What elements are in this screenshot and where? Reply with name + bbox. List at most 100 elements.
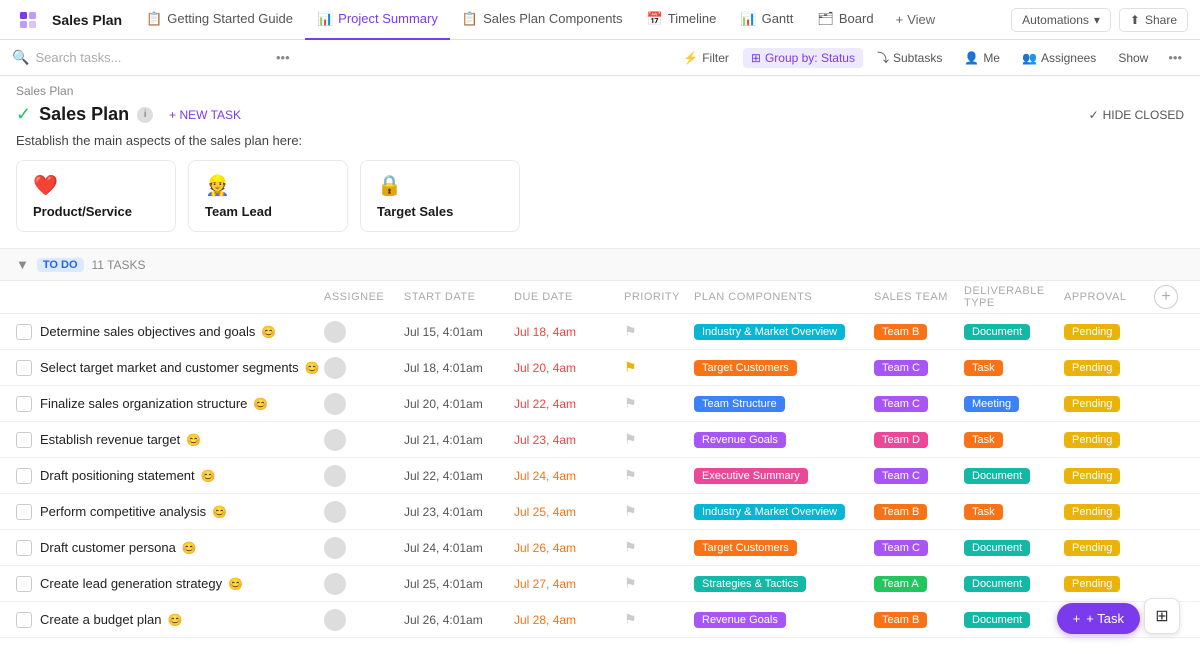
new-task-btn[interactable]: + NEW TASK <box>169 108 241 122</box>
avatar <box>324 573 346 595</box>
task-row[interactable]: Draft customer persona 😊 Jul 24, 4:01am … <box>0 530 1200 566</box>
check-circle-icon: ✓ <box>16 104 31 125</box>
task-name: Create lead generation strategy 😊 <box>40 576 324 591</box>
plan-components-cell: Target Customers <box>694 539 874 556</box>
task-checkbox[interactable] <box>16 468 32 484</box>
task-checkbox[interactable] <box>16 504 32 520</box>
task-checkbox[interactable] <box>16 432 32 448</box>
assignees-btn[interactable]: 👥 Assignees <box>1014 48 1104 68</box>
task-checkbox[interactable] <box>16 396 32 412</box>
deliverable-cell: Task <box>964 359 1064 376</box>
task-name: Perform competitive analysis 😊 <box>40 504 324 519</box>
hide-closed-btn[interactable]: ✓ HIDE CLOSED <box>1089 108 1184 122</box>
tab-timeline[interactable]: 📅 Timeline <box>635 0 729 40</box>
cards-area: ❤️ Product/Service 👷 Team Lead 🔒 Target … <box>0 160 1200 248</box>
due-date-cell: Jul 24, 4am <box>514 469 624 483</box>
tab-gantt-icon: 📊 <box>740 11 756 27</box>
task-row[interactable]: Create a budget plan 😊 Jul 26, 4:01am Ju… <box>0 602 1200 638</box>
deliverable-badge: Document <box>964 468 1030 484</box>
add-col-btn[interactable]: + <box>1154 285 1178 309</box>
plan-components-cell: Executive Summary <box>694 467 874 484</box>
priority-cell: ⚑ <box>624 395 694 412</box>
card-label-target-sales: Target Sales <box>377 204 503 219</box>
priority-flag-icon: ⚑ <box>624 359 637 375</box>
card-emoji-target-sales: 🔒 <box>377 173 503 198</box>
top-nav: Sales Plan 📋 Getting Started Guide 📊 Pro… <box>0 0 1200 40</box>
todo-badge: TO DO <box>37 258 84 272</box>
task-row[interactable]: Finalize sales organization structure 😊 … <box>0 386 1200 422</box>
show-btn[interactable]: Show <box>1110 48 1156 68</box>
filter-btn[interactable]: ⚡ Filter <box>675 48 737 68</box>
task-row[interactable]: Determine sales objectives and goals 😊 J… <box>0 314 1200 350</box>
tab-project-summary[interactable]: 📊 Project Summary <box>305 0 450 40</box>
task-row[interactable]: Select target market and customer segmen… <box>0 350 1200 386</box>
task-checkbox[interactable] <box>16 324 32 340</box>
sales-team-cell: Team B <box>874 611 964 628</box>
col-header-approval: APPROVAL <box>1064 291 1154 303</box>
approval-cell: Pending <box>1064 323 1154 340</box>
card-product-service[interactable]: ❤️ Product/Service <box>16 160 176 232</box>
approval-badge: Pending <box>1064 540 1120 556</box>
float-dots-btn[interactable]: ⊞ <box>1144 598 1180 634</box>
deliverable-badge: Task <box>964 432 1003 448</box>
task-name: Finalize sales organization structure 😊 <box>40 396 324 411</box>
task-row[interactable]: Establish revenue target 😊 Jul 21, 4:01a… <box>0 422 1200 458</box>
deliverable-cell: Document <box>964 575 1064 592</box>
deliverable-badge: Task <box>964 504 1003 520</box>
task-name: Draft positioning statement 😊 <box>40 468 324 483</box>
task-row[interactable]: Perform competitive analysis 😊 Jul 23, 4… <box>0 494 1200 530</box>
card-team-lead[interactable]: 👷 Team Lead <box>188 160 348 232</box>
sales-plan-header: ✓ Sales Plan i + NEW TASK ✓ HIDE CLOSED <box>0 98 1200 129</box>
card-label-team-lead: Team Lead <box>205 204 331 219</box>
avatar <box>324 609 346 631</box>
automations-btn[interactable]: Automations ▾ <box>1011 8 1111 32</box>
start-date-cell: Jul 22, 4:01am <box>404 469 514 483</box>
plan-components-cell: Strategies & Tactics <box>694 575 874 592</box>
task-checkbox[interactable] <box>16 576 32 592</box>
toolbar-more-btn[interactable]: ••• <box>1162 47 1188 68</box>
col-header-plan: PLAN COMPONENTS <box>694 291 874 303</box>
subtasks-btn[interactable]: ⤵ Subtasks <box>869 46 950 69</box>
toolbar: 🔍 ••• ⚡ Filter ⊞ Group by: Status ⤵ Subt… <box>0 40 1200 76</box>
task-checkbox[interactable] <box>16 540 32 556</box>
more-options-btn[interactable]: ••• <box>270 47 296 68</box>
card-emoji-team-lead: 👷 <box>205 173 331 198</box>
approval-cell: Pending <box>1064 431 1154 448</box>
card-target-sales[interactable]: 🔒 Target Sales <box>360 160 520 232</box>
task-row[interactable]: Create lead generation strategy 😊 Jul 25… <box>0 566 1200 602</box>
tab-sales-plan-components[interactable]: 📋 Sales Plan Components <box>450 0 635 40</box>
task-name-text: Create a budget plan <box>40 612 161 627</box>
task-row[interactable]: Draft positioning statement 😊 Jul 22, 4:… <box>0 458 1200 494</box>
search-input[interactable] <box>35 50 262 65</box>
task-checkbox[interactable] <box>16 612 32 628</box>
priority-flag-icon: ⚑ <box>624 539 637 555</box>
me-btn[interactable]: 👤 Me <box>956 48 1008 68</box>
tab-board[interactable]: 🗂 Board <box>805 0 885 40</box>
due-date-cell: Jul 22, 4am <box>514 397 624 411</box>
due-date-cell: Jul 28, 4am <box>514 613 624 627</box>
avatar <box>324 537 346 559</box>
plan-badge: Revenue Goals <box>694 612 786 628</box>
main-content: Sales Plan ✓ Sales Plan i + NEW TASK ✓ H… <box>0 76 1200 654</box>
search-icon: 🔍 <box>12 49 29 66</box>
card-emoji-product: ❤️ <box>33 173 159 198</box>
priority-cell: ⚑ <box>624 467 694 484</box>
tab-getting-started[interactable]: 📋 Getting Started Guide <box>134 0 305 40</box>
share-btn[interactable]: ⬆ Share <box>1119 8 1188 32</box>
start-date-cell: Jul 20, 4:01am <box>404 397 514 411</box>
deliverable-cell: Document <box>964 323 1064 340</box>
nav-right: Automations ▾ ⬆ Share <box>1011 8 1188 32</box>
add-view-btn[interactable]: + View <box>886 12 946 27</box>
info-icon[interactable]: i <box>137 107 153 123</box>
section-toggle[interactable]: ▼ <box>16 257 29 272</box>
task-checkbox[interactable] <box>16 360 32 376</box>
col-header-assignee: ASSIGNEE <box>324 291 404 303</box>
tab-gantt[interactable]: 📊 Gantt <box>728 0 805 40</box>
add-task-float-btn[interactable]: + + Task <box>1057 603 1140 634</box>
plan-badge: Revenue Goals <box>694 432 786 448</box>
group-by-btn[interactable]: ⊞ Group by: Status <box>743 48 863 68</box>
approval-cell: Pending <box>1064 503 1154 520</box>
due-date-cell: Jul 23, 4am <box>514 433 624 447</box>
avatar <box>324 321 346 343</box>
task-emoji: 😊 <box>201 469 216 483</box>
